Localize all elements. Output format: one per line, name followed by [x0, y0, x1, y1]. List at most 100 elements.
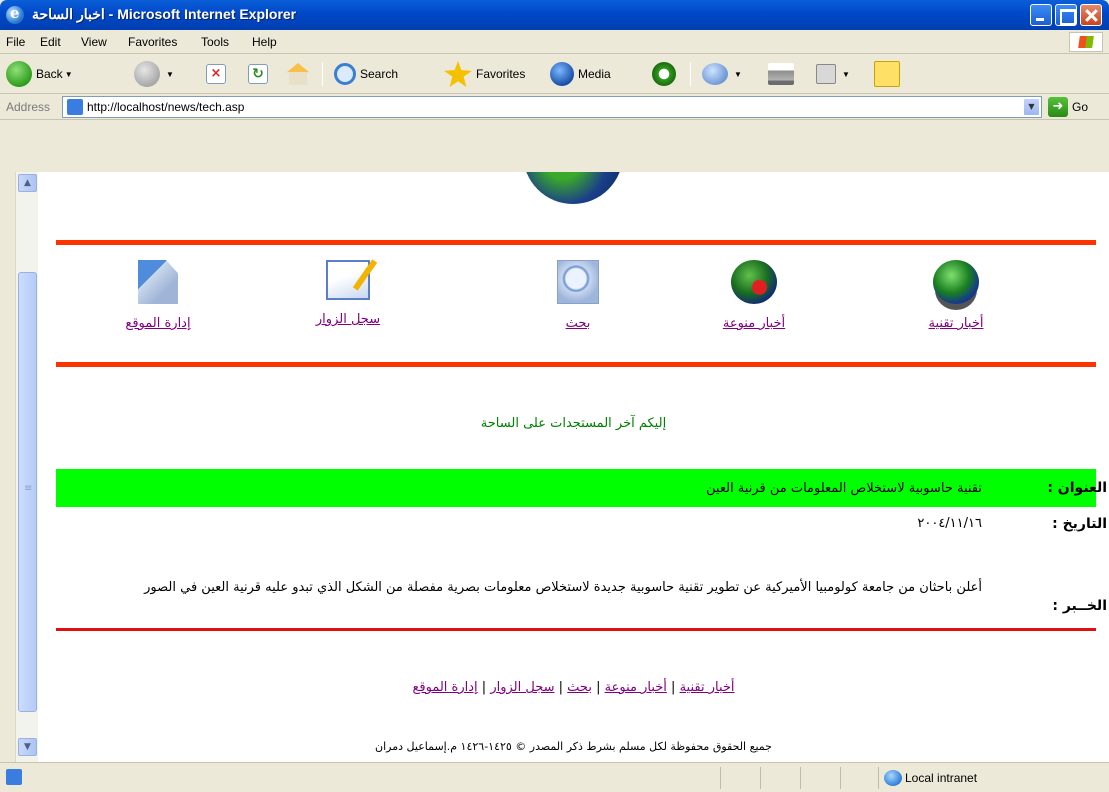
note-icon	[874, 61, 900, 87]
chevron-down-icon[interactable]: ▼	[842, 70, 850, 79]
window-title: اخبار الساحة - Microsoft Internet Explor…	[32, 6, 297, 22]
footer-separator: |	[558, 680, 564, 695]
address-url[interactable]: http://localhost/news/tech.asp	[87, 100, 244, 114]
print-button[interactable]	[768, 58, 798, 90]
nav-link-tech-news[interactable]: أخبار تقنية	[929, 316, 984, 331]
nav-link-admin[interactable]: إدارة الموقع	[125, 316, 190, 331]
vertical-scrollbar[interactable]: ▲ ▼	[15, 172, 38, 762]
forward-button[interactable]: ▼	[134, 58, 174, 90]
scroll-down-icon[interactable]: ▼	[18, 738, 37, 756]
chevron-down-icon[interactable]: ▼	[1023, 98, 1040, 116]
status-pane-divider	[840, 767, 841, 789]
menu-tools[interactable]: Tools	[201, 35, 229, 49]
welcome-text: إليكم آخر المستجدات على الساحة	[480, 416, 667, 431]
search-button[interactable]: Search	[334, 58, 398, 90]
toolbar-separator	[690, 62, 691, 86]
header-divider	[56, 240, 1096, 245]
footer-link-guestbook[interactable]: سجل الزوار	[490, 680, 554, 695]
footer-link-misc-news[interactable]: أخبار منوعة	[605, 680, 667, 695]
admin-tools-icon[interactable]	[138, 260, 178, 304]
address-label: Address	[6, 100, 51, 114]
date-label: التاريخ :	[1052, 516, 1107, 532]
menu-file[interactable]: File	[6, 35, 25, 49]
title-bar: اخبار الساحة - Microsoft Internet Explor…	[0, 0, 1109, 30]
search-label: Search	[360, 67, 399, 81]
footer-separator: |	[481, 680, 487, 695]
chevron-down-icon[interactable]: ▼	[166, 70, 174, 79]
favorites-label: Favorites	[476, 67, 526, 81]
chevron-down-icon[interactable]: ▼	[734, 70, 742, 79]
ie-app-icon[interactable]	[6, 4, 24, 24]
discuss-button[interactable]	[874, 58, 904, 90]
article-date: ٢٠٠٤/١١/١٦	[917, 516, 982, 531]
history-icon	[652, 62, 676, 86]
header-globe-icon	[523, 172, 623, 204]
address-bar: Address http://localhost/news/tech.asp ▼…	[0, 94, 1109, 120]
nav-divider	[56, 362, 1096, 367]
page-icon	[67, 99, 83, 115]
media-label: Media	[578, 67, 611, 81]
scroll-up-icon[interactable]: ▲	[18, 174, 37, 192]
back-button[interactable]: Back ▼	[6, 58, 73, 90]
address-input[interactable]: http://localhost/news/tech.asp ▼	[62, 96, 1042, 118]
windows-logo-icon	[1069, 32, 1103, 52]
menu-bar: File Edit View Favorites Tools Help	[0, 30, 1109, 54]
menu-favorites[interactable]: Favorites	[128, 35, 177, 49]
menu-help[interactable]: Help	[252, 35, 277, 49]
chevron-down-icon[interactable]: ▼	[65, 70, 73, 79]
nav-link-guestbook[interactable]: سجل الزوار	[316, 312, 380, 327]
go-arrow-icon[interactable]: ➜	[1048, 97, 1068, 117]
page-content: أخبار تقنية أخبار منوعة بحث سجل الزوار إ…	[38, 172, 1109, 762]
maximize-button[interactable]	[1055, 4, 1077, 26]
edit-icon	[816, 64, 836, 84]
mail-button[interactable]: ▼	[702, 58, 742, 90]
guestbook-icon[interactable]	[326, 260, 370, 300]
go-button[interactable]: Go	[1072, 100, 1088, 114]
status-pane-divider	[878, 767, 879, 789]
back-arrow-icon	[6, 61, 32, 87]
nav-item-search[interactable]: بحث	[508, 260, 648, 344]
footer-link-admin[interactable]: إدارة الموقع	[412, 680, 477, 695]
status-pane-divider	[800, 767, 801, 789]
toolbar: Back ▼ ▼ × ↻ Search Favorites Media ▼ ▼	[0, 54, 1109, 94]
scrollbar-thumb[interactable]	[18, 272, 37, 712]
media-button[interactable]: Media	[550, 58, 611, 90]
footer-separator: |	[671, 680, 676, 695]
stop-button[interactable]: ×	[206, 58, 230, 90]
news-label: الخــبر :	[1052, 598, 1107, 614]
nav-item-misc-news[interactable]: أخبار منوعة	[684, 260, 824, 344]
footer-link-tech-news[interactable]: أخبار تقنية	[680, 680, 735, 695]
footer-link-search[interactable]: بحث	[567, 680, 592, 695]
nav-item-guestbook[interactable]: سجل الزوار	[278, 260, 418, 344]
edit-button[interactable]: ▼	[816, 58, 850, 90]
globe-icon[interactable]	[731, 260, 777, 304]
nav-item-tech-news[interactable]: أخبار تقنية	[886, 260, 1026, 344]
home-button[interactable]	[286, 58, 314, 90]
favorites-button[interactable]: Favorites	[444, 58, 525, 90]
printer-icon	[768, 63, 794, 85]
close-button[interactable]	[1080, 4, 1102, 26]
menu-view[interactable]: View	[81, 35, 107, 49]
copyright-text: جميع الحقوق محفوظة لكل مسلم بشرط ذكر الم…	[375, 740, 772, 753]
home-icon	[286, 63, 310, 85]
nav-link-search[interactable]: بحث	[566, 316, 591, 331]
security-zone-label: Local intranet	[905, 771, 978, 785]
nav-item-admin[interactable]: إدارة الموقع	[88, 260, 228, 344]
article-body: أعلن باحثان من جامعة كولومبيا الأميركية …	[144, 580, 982, 595]
article-title: تقنية حاسوبية لاستخلاص المعلومات من قرني…	[706, 481, 982, 496]
globe-stack-icon[interactable]	[933, 260, 979, 304]
stop-icon: ×	[206, 64, 226, 84]
article-divider	[56, 628, 1096, 631]
magnifier-icon[interactable]	[557, 260, 599, 304]
refresh-button[interactable]: ↻	[248, 58, 272, 90]
footer-separator: |	[596, 680, 601, 695]
title-label: العنوان :	[1047, 480, 1107, 496]
status-pane-divider	[760, 767, 761, 789]
media-icon	[550, 62, 574, 86]
minimize-button[interactable]	[1030, 4, 1052, 26]
history-button[interactable]	[652, 58, 680, 90]
star-icon	[444, 61, 472, 87]
nav-link-misc-news[interactable]: أخبار منوعة	[723, 316, 785, 331]
menu-edit[interactable]: Edit	[40, 35, 61, 49]
footer-nav: أخبار تقنية | أخبار منوعة | بحث | سجل ال…	[38, 680, 1109, 695]
